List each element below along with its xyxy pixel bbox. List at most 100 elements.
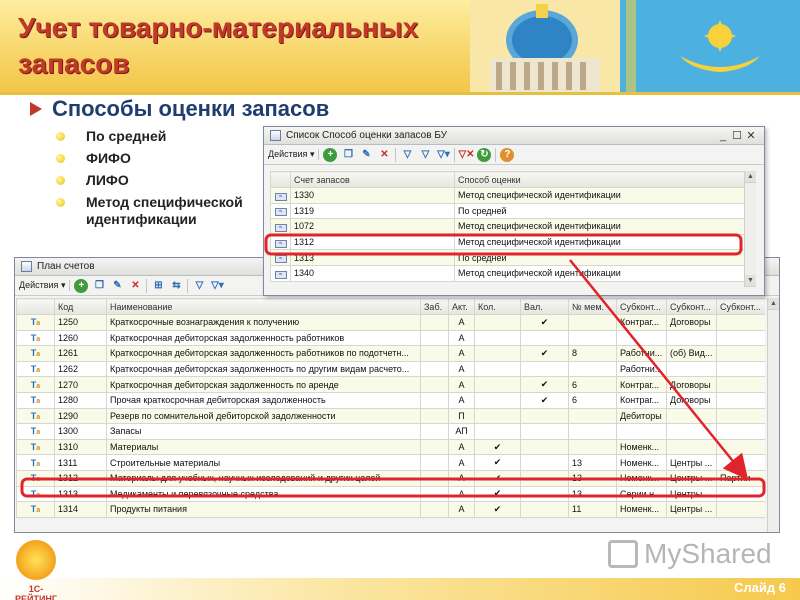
table-row[interactable]: ≈1313 По средней bbox=[270, 249, 749, 266]
actions-menu-button[interactable]: Действия ▾ bbox=[268, 149, 320, 160]
kol-cell bbox=[474, 376, 521, 393]
help-icon[interactable]: ? bbox=[500, 147, 515, 162]
subkonto-1-cell: Номенк... bbox=[616, 454, 667, 471]
table-row[interactable]: Ta 1300 Запасы АП bbox=[16, 423, 765, 440]
edit-icon[interactable]: ✎ bbox=[359, 148, 373, 162]
table-row[interactable]: ≈1319 По средней bbox=[270, 202, 749, 220]
table-row[interactable]: Ta 1313 Медикаменты и перевязочные средств… bbox=[16, 485, 765, 503]
filter-list-icon[interactable]: ▽ bbox=[418, 148, 432, 162]
zab-cell bbox=[420, 376, 449, 393]
code-cell: 1310 bbox=[54, 438, 107, 456]
col-header-method[interactable]: Способ оценки bbox=[454, 171, 749, 188]
actions-menu-button[interactable]: Действия ▾ bbox=[19, 280, 71, 291]
mem-cell bbox=[568, 360, 617, 378]
bullet-item: ФИФО bbox=[54, 150, 264, 167]
val-cell bbox=[520, 501, 569, 518]
clear-filter-icon[interactable]: ▽✕ bbox=[458, 148, 474, 162]
table-row[interactable]: Ta 1312 Материалы для учебных, научных исс… bbox=[16, 469, 765, 487]
bullet-dot-icon bbox=[56, 198, 65, 207]
col-header-akt[interactable]: Акт. bbox=[448, 298, 475, 315]
table-row[interactable]: Ta 1280 Прочая краткосрочная дебиторская з… bbox=[16, 391, 765, 409]
table-row[interactable]: ≈1312 Метод специфической идентификации bbox=[270, 233, 749, 251]
col-header-account[interactable]: Счет запасов bbox=[290, 171, 455, 188]
code-cell: 1312 bbox=[54, 469, 107, 487]
edit-icon[interactable]: ✎ bbox=[110, 279, 124, 293]
zab-cell bbox=[420, 345, 449, 362]
code-cell: 1262 bbox=[54, 360, 107, 378]
akt-cell: П bbox=[448, 407, 475, 425]
add-icon[interactable]: + bbox=[323, 147, 338, 162]
table-row[interactable]: Ta 1260 Краткосрочная дебиторская задолжен… bbox=[16, 329, 765, 347]
refresh-icon[interactable]: ↻ bbox=[477, 147, 492, 162]
copy-icon[interactable]: ❐ bbox=[92, 279, 106, 293]
col-header-mem[interactable]: № мем. bbox=[568, 298, 617, 315]
account-type-icon: Ta bbox=[16, 438, 55, 456]
subkonto-1-cell: Номенк... bbox=[616, 469, 667, 487]
col-header-zab[interactable]: Заб. bbox=[420, 298, 449, 315]
delete-icon[interactable]: ✕ bbox=[128, 279, 142, 293]
accounts-scrollbar[interactable]: ▲ bbox=[767, 298, 779, 532]
subkonto-1-cell bbox=[616, 423, 667, 440]
name-cell: Краткосрочная дебиторская задолженность … bbox=[106, 345, 421, 362]
akt-cell: А bbox=[448, 345, 475, 362]
table-row[interactable]: Ta 1290 Резерв по сомнительной дебиторской… bbox=[16, 407, 765, 425]
add-icon[interactable]: + bbox=[74, 278, 89, 293]
scroll-up-icon[interactable]: ▲ bbox=[745, 171, 756, 183]
icon-column-header bbox=[16, 298, 55, 315]
table-row[interactable]: Ta 1250 Краткосрочные вознаграждения к пол… bbox=[16, 314, 765, 331]
table-row[interactable]: ≈1072 Метод специфической идентификации bbox=[270, 218, 749, 235]
name-cell: Прочая краткосрочная дебиторская задолже… bbox=[106, 391, 421, 409]
code-cell: 1261 bbox=[54, 345, 107, 362]
akt-cell: А bbox=[448, 454, 475, 471]
scroll-down-icon[interactable]: ▼ bbox=[745, 275, 756, 287]
filter-dropdown-icon[interactable]: ▽▾ bbox=[436, 148, 450, 162]
close-icon[interactable]: ✕ bbox=[744, 127, 758, 145]
col-header-code[interactable]: Код bbox=[54, 298, 107, 315]
table-row[interactable]: ≈1340 Метод специфической идентификации bbox=[270, 264, 749, 282]
filter-icon[interactable]: ▽ bbox=[400, 148, 414, 162]
table-row[interactable]: Ta 1311 Строительные материалы А ✔ 13 Номенк..… bbox=[16, 454, 765, 471]
methods-grid-area: Счет запасов Способ оценки ≈1330 Метод сп… bbox=[270, 171, 749, 282]
maximize-icon[interactable]: ☐ bbox=[730, 127, 744, 145]
scroll-up-icon[interactable]: ▲ bbox=[768, 298, 779, 310]
bullet-item: По средней bbox=[54, 128, 264, 145]
zab-cell bbox=[420, 438, 449, 456]
copy-icon[interactable]: ❐ bbox=[341, 148, 355, 162]
account-type-icon: Ta bbox=[16, 501, 55, 518]
subkonto-2-cell bbox=[666, 407, 717, 425]
zab-cell bbox=[420, 423, 449, 440]
col-header-subkonto-2[interactable]: Субконт... bbox=[666, 298, 717, 315]
move-icon[interactable]: ⇆ bbox=[169, 279, 183, 293]
col-header-subkonto-3[interactable]: Субконт... bbox=[716, 298, 765, 315]
table-row[interactable]: Ta 1310 Материалы А ✔ Номенк... bbox=[16, 438, 765, 456]
col-header-subkonto-1[interactable]: Субконт... bbox=[616, 298, 667, 315]
kol-cell bbox=[474, 423, 521, 440]
table-row[interactable]: Ta 1262 Краткосрочная дебиторская задолжен… bbox=[16, 360, 765, 378]
account-type-icon: Ta bbox=[16, 423, 55, 440]
row-type-icon: ≈ bbox=[270, 218, 291, 235]
table-row[interactable]: Ta 1314 Продукты питания А ✔ 11 Номенк... Центр… bbox=[16, 501, 765, 518]
delete-icon[interactable]: ✕ bbox=[377, 148, 391, 162]
subkonto-1-cell: Контраг... bbox=[616, 376, 667, 393]
subkonto-2-cell: Договоры bbox=[666, 314, 717, 331]
subkonto-2-cell: Центры ... bbox=[666, 454, 717, 471]
col-header-name[interactable]: Наименование bbox=[106, 298, 421, 315]
col-header-kol[interactable]: Кол. bbox=[474, 298, 521, 315]
filter-dropdown-icon[interactable]: ▽▾ bbox=[210, 279, 224, 293]
subkonto-1-cell: Работни... bbox=[616, 345, 667, 362]
row-type-icon: ≈ bbox=[270, 249, 291, 266]
minimize-icon[interactable]: _ bbox=[716, 127, 730, 145]
table-row[interactable]: Ta 1261 Краткосрочная дебиторская задолжен… bbox=[16, 345, 765, 362]
table-row[interactable]: Ta 1270 Краткосрочная дебиторская задолжен… bbox=[16, 376, 765, 393]
bullet-list: По средней ФИФО ЛИФО Метод специфической… bbox=[54, 128, 264, 233]
filter-icon[interactable]: ▽ bbox=[192, 279, 206, 293]
col-header-val[interactable]: Вал. bbox=[520, 298, 569, 315]
bullet-item: ЛИФО bbox=[54, 172, 264, 189]
code-cell: 1260 bbox=[54, 329, 107, 347]
methods-scrollbar[interactable]: ▲ ▼ bbox=[744, 171, 756, 287]
hierarchy-icon[interactable]: ⊞ bbox=[151, 279, 165, 293]
kol-cell: ✔ bbox=[474, 454, 521, 471]
table-row[interactable]: ≈1330 Метод специфической идентификации bbox=[270, 187, 749, 204]
akt-cell: А bbox=[448, 501, 475, 518]
akt-cell: А bbox=[448, 360, 475, 378]
